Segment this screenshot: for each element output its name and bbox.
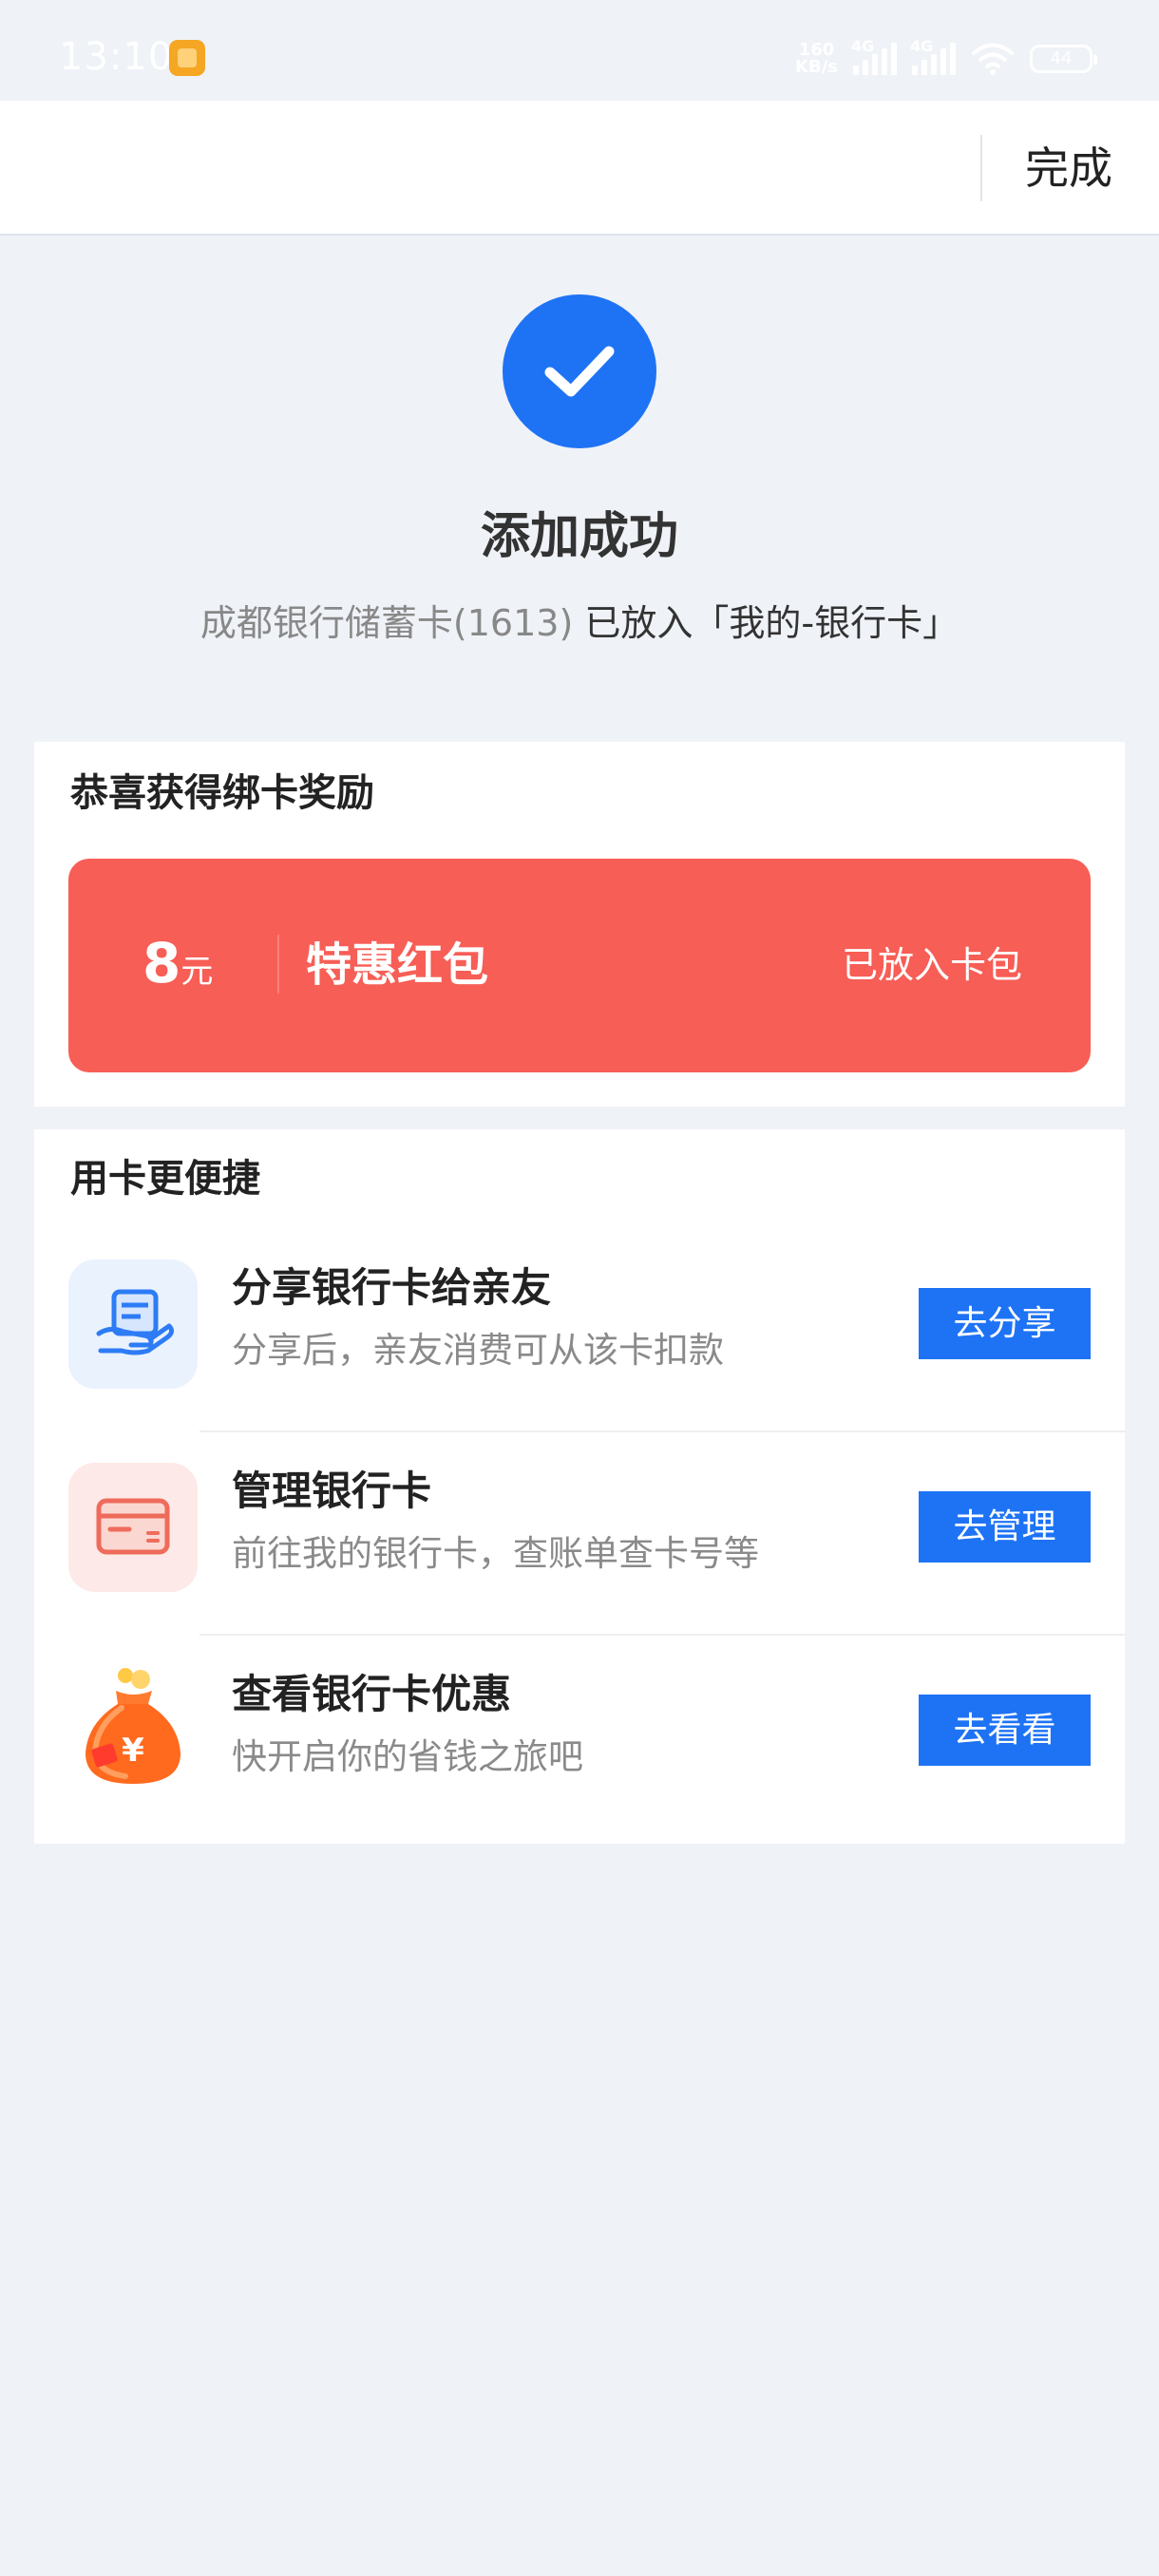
signal-network-type: 4G	[851, 37, 875, 55]
coupon-divider	[277, 935, 279, 994]
feature-row-share: 分享银行卡给亲友 分享后，亲友消费可从该卡扣款 去分享	[34, 1260, 1125, 1463]
coupon-amount: 8元	[142, 931, 213, 1010]
success-title: 添加成功	[480, 508, 678, 565]
notification-app-icon	[169, 40, 205, 76]
feature-desc: 前往我的银行卡，查账单查卡号等	[232, 1533, 759, 1574]
placed-location-text: 已放入「我的-银行卡」	[573, 602, 960, 644]
convenience-section-title: 用卡更便捷	[70, 1157, 260, 1201]
feature-title: 分享银行卡给亲友	[232, 1264, 552, 1311]
top-nav-bar: 完成	[0, 101, 1159, 236]
done-button[interactable]: 完成	[1007, 137, 1130, 199]
signal-icon: 4G	[851, 37, 897, 75]
svg-text:¥: ¥	[122, 1732, 144, 1770]
feature-title: 查看银行卡优惠	[232, 1671, 512, 1717]
success-subtitle: 成都银行储蓄卡(1613) 已放入「我的-银行卡」	[0, 597, 1159, 650]
nav-divider	[980, 135, 982, 201]
manage-card-icon	[68, 1463, 198, 1592]
card-name: 成都银行储蓄卡(1613)	[200, 602, 574, 644]
coupon-name: 特惠红包	[306, 938, 489, 992]
status-time: 13:10	[59, 35, 174, 79]
reward-section: 恭喜获得绑卡奖励 8元 特惠红包 已放入卡包	[34, 742, 1125, 1107]
coupon-status: 已放入卡包	[841, 944, 1022, 986]
feature-row-manage: 管理银行卡 前往我的银行卡，查账单查卡号等 去管理	[34, 1463, 1125, 1666]
network-speed-unit: KB/s	[795, 57, 838, 77]
signal-icon-2: 4G	[910, 37, 956, 75]
view-offers-button[interactable]: 去看看	[919, 1695, 1091, 1766]
status-indicators: 160 KB/s 4G 4G 44	[795, 36, 1097, 82]
status-bar: 13:10 160 KB/s 4G 4G 44	[0, 0, 1159, 101]
share-button[interactable]: 去分享	[919, 1288, 1091, 1359]
wifi-icon	[971, 43, 1015, 75]
feature-row-offers: ¥ 查看银行卡优惠 快开启你的省钱之旅吧 去看看	[34, 1666, 1125, 1869]
money-bag-icon: ¥	[68, 1666, 198, 1795]
convenience-section: 用卡更便捷 分享银行卡给亲友 分享后，亲友消费可从该卡扣款 去分享 管理银行卡 …	[34, 1129, 1125, 1844]
feature-desc: 快开启你的省钱之旅吧	[232, 1736, 583, 1777]
coupon-amount-unit: 元	[180, 953, 214, 991]
network-speed: 160 KB/s	[795, 42, 838, 76]
signal-network-type-2: 4G	[910, 37, 934, 55]
feature-title: 管理银行卡	[232, 1468, 432, 1514]
row-divider	[200, 1430, 1125, 1432]
success-check-icon	[503, 294, 656, 448]
reward-section-title: 恭喜获得绑卡奖励	[70, 771, 374, 815]
manage-button[interactable]: 去管理	[919, 1491, 1091, 1563]
share-card-icon	[68, 1260, 198, 1389]
red-packet-coupon[interactable]: 8元 特惠红包 已放入卡包	[68, 859, 1091, 1072]
coupon-amount-value: 8	[142, 931, 181, 995]
row-divider	[200, 1634, 1125, 1636]
battery-icon: 44	[1030, 45, 1097, 73]
feature-desc: 分享后，亲友消费可从该卡扣款	[232, 1330, 724, 1371]
